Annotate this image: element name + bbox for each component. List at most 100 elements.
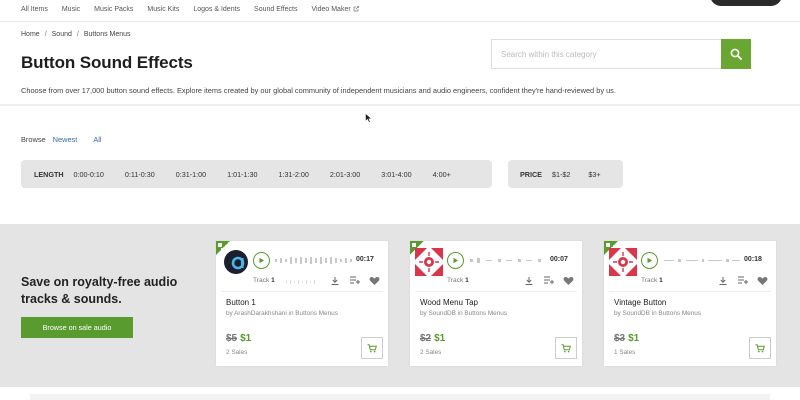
original-price: $5: [226, 333, 238, 344]
download-icon[interactable]: [718, 276, 728, 286]
cart-icon: [561, 343, 571, 352]
sales-count: 1 Sales: [614, 349, 636, 356]
nav-item-music-packs[interactable]: Music Packs: [94, 6, 133, 13]
track-card[interactable]: 00:17 Track 1 Button 1 by ArashDarakhsha…: [216, 241, 388, 366]
price-filter: PRICE $1-$2 $3+: [508, 160, 623, 188]
length-option[interactable]: 0:00-0:10: [74, 170, 104, 179]
waveform[interactable]: [468, 255, 548, 266]
add-to-cart-button[interactable]: [555, 337, 577, 359]
track-duration: 00:18: [744, 256, 762, 263]
browse-option-newest[interactable]: Newest: [53, 135, 78, 144]
waveform[interactable]: [274, 255, 354, 266]
breadcrumb-home[interactable]: Home: [21, 31, 40, 38]
breadcrumb: Home / Sound / Buttons Menus: [21, 31, 131, 38]
track-card[interactable]: 00:18 Track 1 Vintage Button by SoundDB …: [604, 241, 776, 366]
account-button[interactable]: [710, 0, 782, 6]
download-icon[interactable]: [330, 276, 340, 286]
sales-count: 2 Sales: [226, 349, 248, 356]
search-input[interactable]: [492, 40, 721, 68]
nav-item-music[interactable]: Music: [62, 6, 80, 13]
length-option[interactable]: 1:31-2:00: [279, 170, 309, 179]
breadcrumb-sound[interactable]: Sound: [52, 31, 72, 38]
original-price: $2: [420, 333, 432, 344]
breadcrumb-buttons-menus[interactable]: Buttons Menus: [84, 31, 131, 38]
price-option[interactable]: $3+: [588, 170, 600, 179]
favorite-heart-icon[interactable]: [757, 276, 768, 286]
item-author[interactable]: by SoundDB in Buttons Menus: [614, 310, 701, 317]
sale-price: $1: [240, 333, 252, 344]
sale-price: $1: [434, 333, 446, 344]
favorite-heart-icon[interactable]: [369, 276, 380, 286]
track-label: Track: [641, 277, 658, 284]
add-to-cart-button[interactable]: [749, 337, 771, 359]
length-option[interactable]: 2:01-3:00: [330, 170, 360, 179]
play-button[interactable]: [447, 252, 464, 269]
download-icon[interactable]: [524, 276, 534, 286]
price: $3 $1: [614, 333, 639, 344]
card-divider: [221, 291, 383, 292]
length-filter: LENGTH 0:00-0:10 0:11-0:30 0:31-1:00 1:0…: [21, 160, 492, 188]
search-icon: [730, 48, 742, 60]
sale-price: $1: [628, 333, 640, 344]
nav-links: All Items Music Music Packs Music Kits L…: [21, 6, 373, 13]
breadcrumb-separator: /: [76, 31, 79, 38]
add-to-collection-icon[interactable]: [543, 275, 555, 285]
track-selector[interactable]: Track 1: [253, 277, 275, 284]
page-description: Choose from over 17,000 button sound eff…: [21, 86, 616, 95]
length-option[interactable]: 0:31-1:00: [176, 170, 206, 179]
browse-label: Browse: [21, 135, 46, 144]
play-button[interactable]: [641, 252, 658, 269]
play-button[interactable]: [253, 252, 270, 269]
track-label: Track: [447, 277, 464, 284]
cart-icon: [755, 343, 765, 352]
length-option[interactable]: 0:11-0:30: [125, 170, 155, 179]
play-icon: [647, 257, 652, 264]
track-duration: 00:07: [550, 256, 568, 263]
item-title[interactable]: Vintage Button: [614, 298, 666, 307]
item-author[interactable]: by SoundDB in Buttons Menus: [420, 310, 507, 317]
top-nav: All Items Music Music Packs Music Kits L…: [0, 0, 800, 22]
favorite-heart-icon[interactable]: [563, 276, 574, 286]
card-divider: [609, 291, 771, 292]
author-avatar[interactable]: [415, 248, 443, 276]
item-title[interactable]: Button 1: [226, 298, 256, 307]
length-filter-label: LENGTH: [34, 169, 64, 179]
nav-item-all-items[interactable]: All Items: [21, 6, 48, 13]
nav-item-video-maker[interactable]: Video Maker: [312, 6, 359, 13]
item-author[interactable]: by ArashDarakhshani in Buttons Menus: [226, 310, 338, 317]
breadcrumb-separator: /: [44, 31, 47, 38]
next-section-edge: [30, 394, 770, 400]
price: $5 $1: [226, 333, 251, 344]
add-to-collection-icon[interactable]: [349, 275, 361, 285]
add-to-cart-button[interactable]: [361, 337, 383, 359]
length-option[interactable]: 4:00+: [433, 170, 451, 179]
waveform[interactable]: [662, 255, 742, 266]
track-label: Track: [253, 277, 270, 284]
track-card[interactable]: 00:07 Track 1 Wood Menu Tap by SoundDB i…: [410, 241, 582, 366]
item-title[interactable]: Wood Menu Tap: [420, 298, 478, 307]
nav-item-logos-idents[interactable]: Logos & Idents: [193, 6, 240, 13]
nav-item-video-maker-label: Video Maker: [311, 6, 351, 13]
browse-sale-audio-button[interactable]: Browse on sale audio: [21, 317, 133, 338]
original-price: $3: [614, 333, 626, 344]
browse-option-all[interactable]: All: [93, 135, 101, 144]
author-avatar[interactable]: [609, 248, 637, 276]
mini-waveform: [286, 280, 315, 284]
length-option[interactable]: 3:01-4:00: [381, 170, 411, 179]
add-to-collection-icon[interactable]: [737, 275, 749, 285]
page-title: Button Sound Effects: [21, 53, 193, 72]
author-avatar[interactable]: [221, 248, 249, 276]
track-selector[interactable]: Track 1: [641, 277, 663, 284]
cart-icon: [367, 343, 377, 352]
price-option[interactable]: $1-$2: [552, 170, 570, 179]
mouse-cursor-icon: [365, 113, 372, 123]
search-button[interactable]: [721, 39, 751, 69]
play-icon: [259, 257, 264, 264]
nav-item-sound-effects[interactable]: Sound Effects: [254, 6, 297, 13]
length-option[interactable]: 1:01-1:30: [227, 170, 257, 179]
promo-title: Save on royalty-free audio tracks & soun…: [21, 275, 178, 306]
track-selector[interactable]: Track 1: [447, 277, 469, 284]
nav-item-music-kits[interactable]: Music Kits: [147, 6, 179, 13]
card-divider: [415, 291, 577, 292]
header-divider: [0, 104, 800, 106]
